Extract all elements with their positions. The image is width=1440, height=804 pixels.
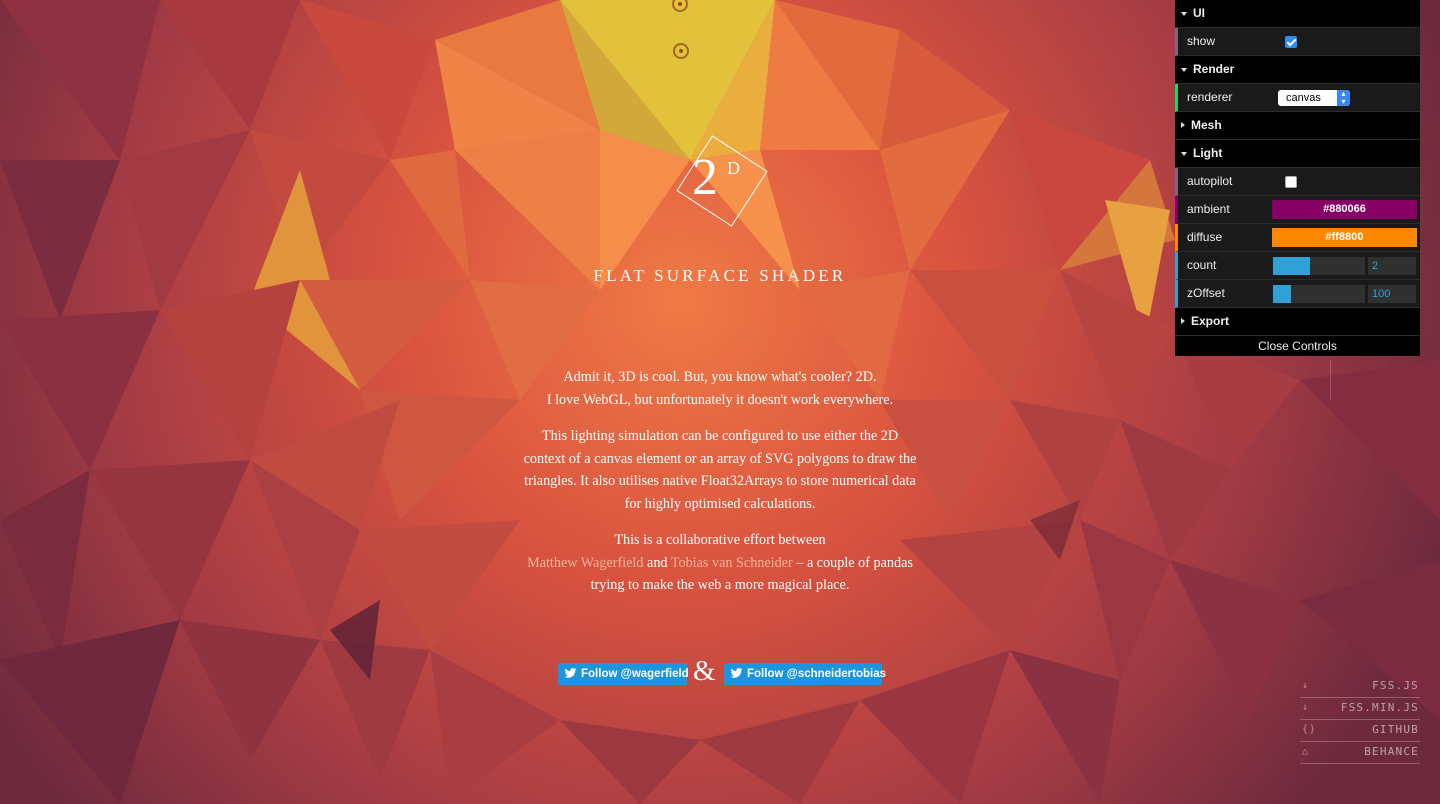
control-zoffset: zOffset 100: [1175, 280, 1420, 308]
follow-wagerfield-button[interactable]: Follow @wagerfield: [558, 663, 689, 685]
select-arrows-icon: ▴ ▾: [1337, 90, 1350, 106]
diffuse-color-field[interactable]: #ff8800: [1272, 228, 1417, 247]
intro-paragraph: Admit it, 3D is cool. But, you know what…: [520, 366, 920, 411]
zoffset-slider-fill: [1273, 285, 1292, 303]
credits-and: and: [647, 554, 668, 571]
description-paragraph: This lighting simulation can be configur…: [523, 428, 917, 512]
folder-light[interactable]: Light: [1175, 140, 1420, 168]
triangle-icon: △: [1302, 746, 1310, 757]
count-slider-fill: [1273, 257, 1310, 275]
chevron-right-icon: [1181, 318, 1185, 324]
autopilot-checkbox[interactable]: [1285, 176, 1297, 188]
chevron-down-icon: [1181, 12, 1187, 16]
twitter-bird-icon: [730, 668, 743, 678]
folder-mesh[interactable]: Mesh: [1175, 112, 1420, 140]
control-count: count 2: [1175, 252, 1420, 280]
folder-mesh-label: Mesh: [1191, 118, 1222, 132]
renderer-select-value: canvas: [1286, 92, 1321, 104]
follow-wagerfield-label: Follow @wagerfield: [581, 668, 689, 680]
renderer-label: renderer: [1187, 90, 1233, 104]
ambient-color-field[interactable]: #880066: [1272, 200, 1417, 219]
top-pin-2: [673, 43, 689, 59]
logo-superscript: D: [727, 158, 740, 178]
folder-light-label: Light: [1193, 146, 1223, 160]
ampersand: &: [693, 655, 716, 687]
link-fss-min-js-label: FSS.MIN.JS: [1340, 701, 1419, 714]
page-title: FLAT SURFACE SHADER: [593, 266, 847, 285]
intro-line-2: I love WebGL, but unfortunately it doesn…: [546, 391, 894, 408]
logo-main: 2: [692, 149, 718, 206]
count-label: count: [1187, 258, 1217, 272]
control-diffuse: diffuse #ff8800: [1175, 224, 1420, 252]
link-fss-min-js[interactable]: ↓ FSS.MIN.JS: [1300, 698, 1420, 720]
link-fss-js[interactable]: ↓ FSS.JS: [1300, 676, 1420, 698]
close-controls-button[interactable]: Close Controls: [1175, 336, 1420, 356]
intro-line-1: Admit it, 3D is cool. But, you know what…: [563, 369, 877, 385]
download-icon: ↓: [1302, 702, 1310, 713]
chevron-right-icon: [1181, 122, 1185, 128]
credits-prefix: This is a collaborative effort between: [614, 532, 826, 548]
twitter-bird-icon: [564, 668, 577, 678]
control-renderer: renderer canvas ▴ ▾: [1175, 84, 1420, 112]
code-icon: {}: [1302, 724, 1317, 735]
folder-render[interactable]: Render: [1175, 56, 1420, 84]
folder-export[interactable]: Export: [1175, 308, 1420, 336]
autopilot-label: autopilot: [1187, 174, 1233, 188]
link-github[interactable]: {} GITHUB: [1300, 720, 1420, 742]
divider: [1330, 360, 1331, 400]
folder-ui[interactable]: UI: [1175, 0, 1420, 28]
logo: 2 D: [665, 128, 777, 232]
control-autopilot: autopilot: [1175, 168, 1420, 196]
link-behance-label: BEHANCE: [1364, 745, 1419, 758]
diffuse-label: diffuse: [1187, 230, 1223, 244]
credits-paragraph: This is a collaborative effort between M…: [520, 529, 920, 597]
renderer-select[interactable]: canvas ▴ ▾: [1278, 90, 1350, 106]
link-github-label: GITHUB: [1372, 723, 1419, 736]
zoffset-slider[interactable]: [1273, 285, 1365, 303]
folder-render-label: Render: [1193, 62, 1235, 76]
control-ambient: ambient #880066: [1175, 196, 1420, 224]
zoffset-label: zOffset: [1187, 286, 1225, 300]
zoffset-input[interactable]: 100: [1368, 285, 1416, 303]
follow-schneidertobias-label: Follow @schneidertobias: [747, 668, 887, 680]
link-fss-js-label: FSS.JS: [1372, 679, 1419, 692]
link-behance[interactable]: △ BEHANCE: [1300, 742, 1420, 764]
show-checkbox[interactable]: [1285, 36, 1297, 48]
download-links: ↓ FSS.JS ↓ FSS.MIN.JS {} GITHUB △ BEHANCE: [1300, 676, 1420, 764]
controls-panel: UI show Render renderer canvas ▴ ▾ Mesh L…: [1175, 0, 1420, 356]
count-slider[interactable]: [1273, 257, 1365, 275]
ambient-label: ambient: [1187, 202, 1230, 216]
folder-export-label: Export: [1191, 314, 1230, 328]
author-link-schneider[interactable]: Tobias van Schneider: [671, 555, 793, 571]
download-icon: ↓: [1302, 680, 1310, 691]
folder-ui-label: UI: [1193, 6, 1205, 20]
show-label: show: [1187, 34, 1216, 48]
follow-schneidertobias-button[interactable]: Follow @schneidertobias: [724, 663, 886, 685]
intro-content: Admit it, 3D is cool. But, you know what…: [520, 366, 920, 611]
chevron-down-icon: [1181, 68, 1187, 72]
control-show: show: [1175, 28, 1420, 56]
chevron-down-icon: [1181, 152, 1187, 156]
logo-diamond: [676, 135, 768, 227]
author-link-wagerfield[interactable]: Matthew Wagerfield: [527, 555, 643, 571]
count-input[interactable]: 2: [1368, 257, 1416, 275]
